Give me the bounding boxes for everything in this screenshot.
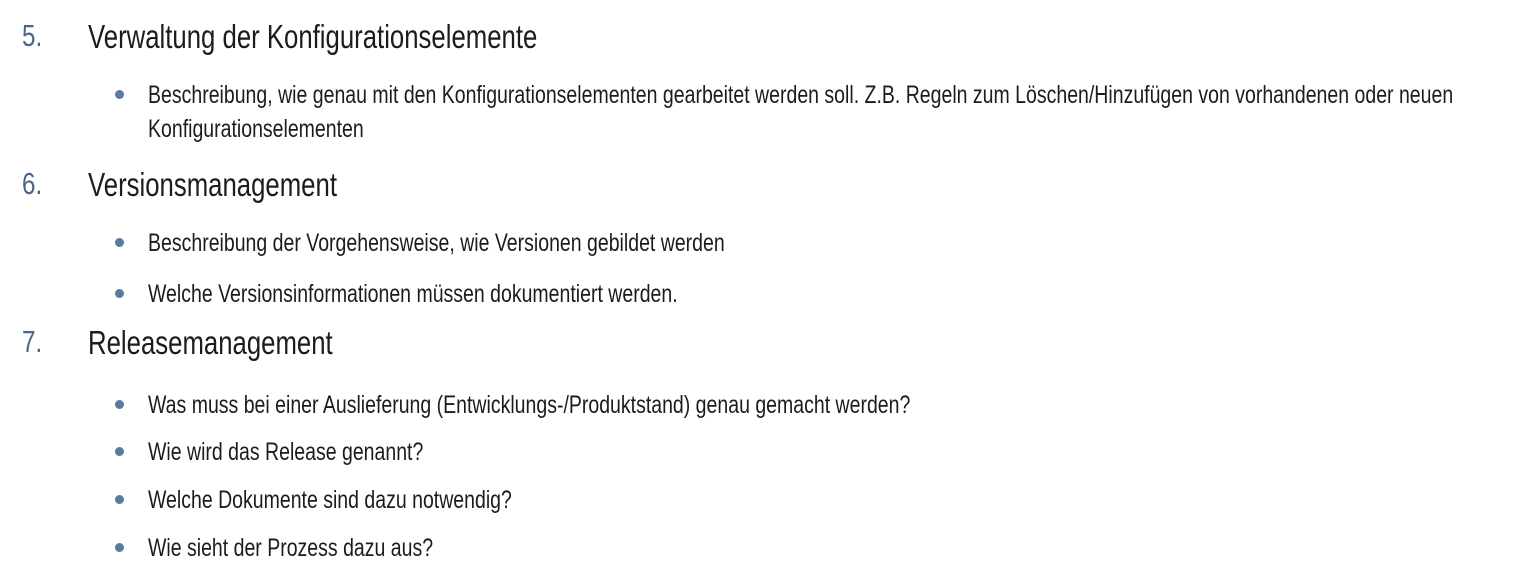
bullet-dot-icon	[115, 90, 124, 99]
bullet-text: Beschreibung, wie genau mit den Konfigur…	[148, 81, 1454, 143]
bullet-text: Wie sieht der Prozess dazu aus?	[148, 534, 434, 562]
section-number: 6.	[22, 166, 43, 201]
bullet-text: Was muss bei einer Auslieferung (Entwick…	[148, 391, 911, 419]
bullet-text: Welche Versionsinformationen müssen doku…	[148, 280, 678, 308]
slide: 5. Verwaltung der Konfigurationselemente…	[0, 0, 1513, 579]
bullet-dot-icon	[115, 543, 124, 552]
section-heading: 5. Verwaltung der Konfigurationselemente	[0, 14, 1513, 60]
section-title: Releasemanagement	[88, 324, 333, 361]
bullet-dot-icon	[115, 289, 124, 298]
bullet-text: Welche Dokumente sind dazu notwendig?	[148, 486, 512, 514]
bullet-text: Wie wird das Release genannt?	[148, 438, 424, 466]
section-number: 5.	[22, 18, 43, 53]
section-title: Versionsmanagement	[88, 166, 337, 203]
bullet-dot-icon	[115, 238, 124, 247]
section-number: 7.	[22, 324, 43, 359]
section-title: Verwaltung der Konfigurationselemente	[88, 18, 538, 55]
bullet-text: Beschreibung der Vorgehensweise, wie Ver…	[148, 229, 725, 257]
section-heading: 6. Versionsmanagement	[0, 162, 1513, 208]
bullet-dot-icon	[115, 495, 124, 504]
section-heading: 7. Releasemanagement	[0, 320, 1513, 366]
bullet-dot-icon	[115, 447, 124, 456]
bullet-dot-icon	[115, 400, 124, 409]
